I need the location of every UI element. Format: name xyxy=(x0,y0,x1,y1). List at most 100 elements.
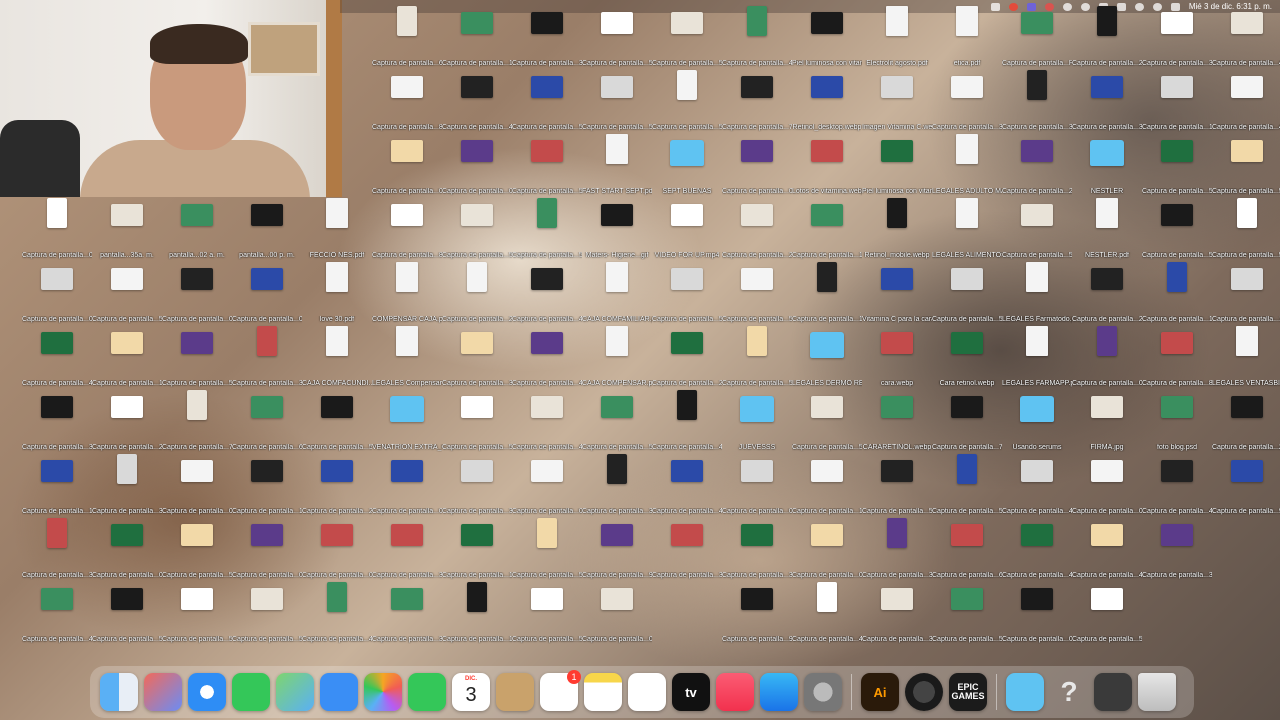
desktop-file-icon[interactable]: JUEVESSS xyxy=(722,388,792,452)
desktop-file-icon[interactable]: Captura de pantalla...22 a. m. xyxy=(92,388,162,452)
desktop-file-icon[interactable]: Captura de pantalla...5.19 p. m. xyxy=(512,580,582,644)
desktop-file-icon[interactable]: Captura de pantalla...3.48 a. m. xyxy=(1002,68,1072,132)
music-icon[interactable] xyxy=(716,673,754,711)
desktop-file-icon[interactable]: Captura de pantalla...1.03 p. m. xyxy=(792,452,862,516)
illustrator-icon[interactable]: Ai xyxy=(861,673,899,711)
desktop-file-icon[interactable]: Captura de pantalla...50 p. m. xyxy=(1212,132,1280,196)
desktop-file-icon[interactable]: Captura de pantalla...54 p. m. xyxy=(652,4,722,68)
desktop-file-icon[interactable]: Captura de pantalla...27 p. m. xyxy=(722,196,792,260)
desktop-file-icon[interactable]: Captura de pantalla...45 p. m. xyxy=(512,260,582,324)
desktop-file-icon[interactable]: Piel luminosa con vitamina C.webp xyxy=(862,132,932,196)
desktop-file-icon[interactable]: Captura de pantalla...04 p. m. xyxy=(372,452,442,516)
desktop-file-icon[interactable]: Captura de pantalla...57 a. m. xyxy=(162,324,232,388)
desktop-file-icon[interactable]: Captura de pantalla...37 p. m. xyxy=(442,452,512,516)
desktop-file-icon[interactable]: Captura de pantalla...3.12 p. m. xyxy=(232,324,302,388)
desktop-file-icon[interactable]: Captura de pantalla...41 p. m. xyxy=(1072,516,1142,580)
desktop-file-icon[interactable]: LEGALES DERMO RECARGADO xyxy=(792,324,862,388)
desktop-file-icon[interactable]: SEPT BUENAS xyxy=(652,132,722,196)
desktop-file-icon[interactable]: pantalla...00 p. m. xyxy=(232,196,302,260)
desktop-file-icon[interactable]: Retinol_mobile.webp xyxy=(862,196,932,260)
desktop-file-icon[interactable]: LEGALES FARMAPP.pdf xyxy=(1002,324,1072,388)
desktop-file-icon[interactable]: Captura de pantalla...52 p. m. xyxy=(1142,196,1212,260)
freeform-icon[interactable] xyxy=(628,673,666,711)
desktop-file-icon[interactable]: Captura de pantalla...3.31 p. m. xyxy=(1072,68,1142,132)
desktop-file-icon[interactable]: Captura de pantalla...03 a. m. xyxy=(372,132,442,196)
desktop-file-icon[interactable]: pantalla...02 a. m. xyxy=(162,196,232,260)
desktop-file-icon[interactable]: Captura de pantalla...58 p. m. xyxy=(792,388,862,452)
desktop-file-icon[interactable]: CARARETINOL.webp xyxy=(862,388,932,452)
desktop-file-icon[interactable]: Captura de pantalla...6.10 p. m. xyxy=(932,516,1002,580)
desktop-file-icon[interactable]: Captura de pantalla...44 a. m. xyxy=(302,580,372,644)
desktop-file-icon[interactable]: Captura de pantalla...07 p. m. xyxy=(232,260,302,324)
calendar-icon[interactable]: DIC. 3 xyxy=(452,673,490,711)
desktop-file-icon[interactable]: VIDEO FOR UP.mp4 xyxy=(652,196,722,260)
desktop-file-icon[interactable]: Captura de pantalla...3.18 p. m. xyxy=(862,580,932,644)
desktop-file-icon[interactable]: CAJA COMFAMILIAR.pdf xyxy=(582,260,652,324)
desktop-file-icon[interactable]: Captura de pantalla...59 p. m. xyxy=(582,68,652,132)
desktop-file-icon[interactable]: NESTLER xyxy=(1072,132,1142,196)
desktop-file-icon[interactable]: Captura de pantalla...58 a. m. xyxy=(92,260,162,324)
desktop-file-icon[interactable]: Captura de pantalla...0.13 a. m. xyxy=(442,132,512,196)
desktop-file-icon[interactable]: Captura de pantalla...47 p. m. xyxy=(722,4,792,68)
desktop-file-icon[interactable]: Captura de pantalla...53 p. m. xyxy=(582,4,652,68)
contacts-icon[interactable] xyxy=(496,673,534,711)
messages-icon[interactable] xyxy=(232,673,270,711)
desktop-file-icon[interactable]: Captura de pantalla...82 a. m. xyxy=(372,68,442,132)
desktop-file-icon[interactable]: Captura de pantalla...03 p. m. xyxy=(162,260,232,324)
desktop-file-icon[interactable]: LEGALES VENTASBIEN.pdf xyxy=(1212,324,1280,388)
desktop-file-icon[interactable]: Captura de pantalla...44 p. m. xyxy=(1212,68,1280,132)
desktop-file-icon[interactable]: Captura de pantalla...0.31 a. m. xyxy=(162,452,232,516)
desktop-file-icon[interactable]: Captura de pantalla...59 p. m. xyxy=(512,196,582,260)
launchpad-icon[interactable] xyxy=(144,673,182,711)
desktop-file-icon[interactable]: Captura de pantalla...22 p. m. xyxy=(1072,260,1142,324)
tv-icon[interactable]: tv xyxy=(672,673,710,711)
desktop-file-icon[interactable]: CAJA COMPENSAR.pdf xyxy=(582,324,652,388)
trash-icon[interactable] xyxy=(1138,673,1176,711)
desktop-file-icon[interactable]: Captura de pantalla...59 p. m. xyxy=(442,196,512,260)
desktop-file-icon[interactable]: Captura de pantalla...38 p. m. xyxy=(442,324,512,388)
desktop-file-icon[interactable]: Captura de pantalla...0.1 p. m. xyxy=(22,260,92,324)
mail-icon[interactable] xyxy=(320,673,358,711)
desktop-file-icon[interactable]: Captura de pantalla...68 a. m. xyxy=(372,4,442,68)
desktop-file-icon[interactable]: love 30.pdf xyxy=(302,260,372,324)
desktop-file-icon[interactable]: Captura de pantalla...58 p. m. xyxy=(932,260,1002,324)
desktop-file-icon[interactable]: Captura de pantalla...55 p. m. xyxy=(722,324,792,388)
desktop-file-icon[interactable]: Captura de pantalla...7.29 a. m. xyxy=(162,388,232,452)
desktop-file-icon[interactable]: Captura de pantalla...38 a. m. xyxy=(372,580,442,644)
desktop-file-icon[interactable]: Captura de pantalla...3.15 a. m. xyxy=(22,516,92,580)
desktop-file-icon[interactable]: Captura de pantalla...26 p. m. xyxy=(1072,4,1142,68)
desktop-file-icon[interactable]: Captura de pantalla...5.10 p. m. xyxy=(932,452,1002,516)
desktop-file-icon[interactable]: Captura de pantalla...49 a. m. xyxy=(22,580,92,644)
desktop-file-icon[interactable]: Captura de pantalla...4.1 a. m. xyxy=(652,388,722,452)
desktop-file-icon[interactable]: NESTLER.pdf xyxy=(1072,196,1142,260)
desktop-file-icon[interactable]: Captura de pantalla...56 p. m. xyxy=(512,132,582,196)
notes-icon[interactable] xyxy=(584,673,622,711)
desktop-file-icon[interactable]: Captura de pantalla...54 p. m. xyxy=(162,516,232,580)
desktop-file-icon[interactable]: Captura de pantalla...34 p. m. xyxy=(722,516,792,580)
desktop-file-icon[interactable]: Captura de pantalla...4.15 a. m. xyxy=(442,68,512,132)
desktop-file-icon[interactable]: foto blog.psd xyxy=(1142,388,1212,452)
maps-icon[interactable] xyxy=(276,673,314,711)
desktop-file-icon[interactable]: Captura de pantalla...04 p. m. xyxy=(512,452,582,516)
desktop-file-icon[interactable]: Captura de pantalla...50 p. m. xyxy=(1002,196,1072,260)
desktop-file-icon[interactable]: Captura de pantalla...55 a. m. xyxy=(232,580,302,644)
desktop-file-icon[interactable]: Captura de pantalla...32 a. m. xyxy=(372,516,442,580)
desktop-file-icon[interactable]: Captura de pantalla...35 p. m. xyxy=(932,68,1002,132)
desktop-file-icon[interactable]: Captura de pantalla...49 a. m. xyxy=(512,324,582,388)
desktop-file-icon[interactable]: Captura de pantalla...7.57 p. m. xyxy=(722,68,792,132)
app-store-icon[interactable] xyxy=(760,673,798,711)
desktop-file-icon[interactable]: Captura de pantalla...1.03 a. m. xyxy=(442,4,512,68)
desktop-file-icon[interactable]: Captura de pantalla...39 a. m. xyxy=(92,452,162,516)
desktop-file-icon[interactable]: Captura de pantalla...45 p. m. xyxy=(652,452,722,516)
desktop-file-icon[interactable]: FAST START SEPT.pdf xyxy=(582,132,652,196)
desktop-file-icon[interactable]: LEGALES ALIMENTOS.pdf xyxy=(932,196,1002,260)
desktop-file-icon[interactable]: LEGALES Farmatodo.pdf xyxy=(1002,260,1072,324)
photos-icon[interactable] xyxy=(364,673,402,711)
desktop-file-icon[interactable]: Captura de pantalla...9.15 p. m. xyxy=(1212,452,1280,516)
desktop-file-icon[interactable]: Captura de pantalla...55 p. m. xyxy=(722,260,792,324)
desktop-file-icon[interactable]: FIRMA.jpg xyxy=(1072,388,1142,452)
desktop-file-icon[interactable]: Maters- Higiene...gif xyxy=(582,196,652,260)
desktop-file-icon[interactable]: Captura de pantalla...07p. m. xyxy=(22,196,92,260)
desktop-file-icon[interactable]: Captura de pantalla...35 p. m. xyxy=(1142,516,1212,580)
desktop-file-icon[interactable]: Captura de pantalla...57 a. m. xyxy=(652,68,722,132)
